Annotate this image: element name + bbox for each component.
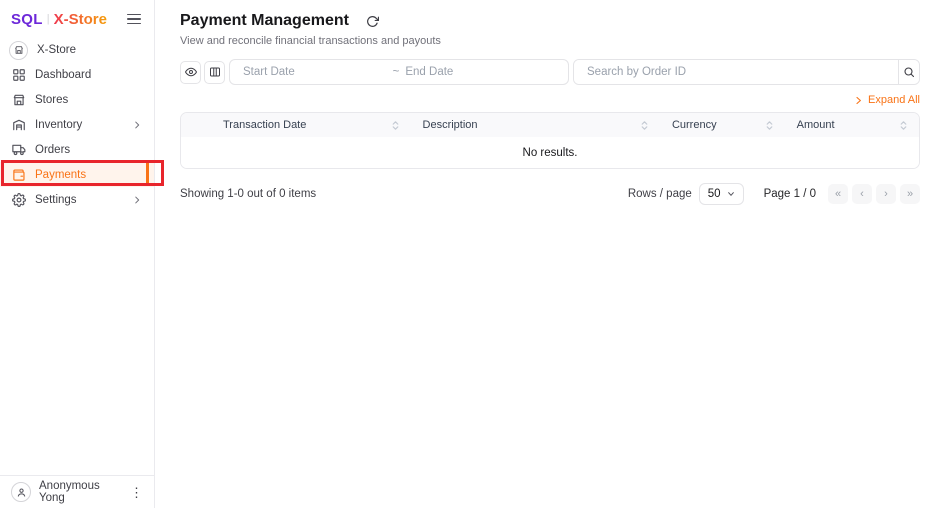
sidebar-item-label: Payments <box>35 168 87 181</box>
rows-per-page-label: Rows / page <box>627 188 692 200</box>
refresh-button[interactable] <box>366 15 379 28</box>
columns-icon <box>209 67 220 77</box>
sidebar-item-label: Dashboard <box>35 68 92 81</box>
page-title: Payment Management <box>180 12 349 29</box>
user-name: Anonymous Yong <box>39 480 100 504</box>
main-content: Payment Management View and reconcile fi… <box>155 0 943 508</box>
app-logo: SQL | X-Store <box>11 11 107 28</box>
sidebar-item-label: Stores <box>35 93 69 106</box>
column-header-transaction-date[interactable]: Transaction Date <box>181 113 411 137</box>
page-buttons: « ‹ › » <box>828 184 920 204</box>
column-header-currency[interactable]: Currency <box>660 113 785 137</box>
user-menu[interactable]: Anonymous Yong ⋮ <box>0 475 154 508</box>
sidebar-item-label: Inventory <box>35 118 83 131</box>
visibility-toggle-button[interactable] <box>180 60 201 84</box>
truck-icon <box>12 144 26 155</box>
first-page-button[interactable]: « <box>828 184 848 204</box>
table-header-row: Transaction Date Description Currency Am… <box>181 113 919 137</box>
rows-per-page-select[interactable]: 50 <box>698 183 744 205</box>
sidebar-item-dashboard[interactable]: Dashboard <box>0 62 154 87</box>
logo-divider: | <box>46 13 50 25</box>
sidebar-item-xstore[interactable]: X-Store <box>0 38 154 62</box>
end-date-input[interactable] <box>405 66 555 78</box>
sidebar-item-settings[interactable]: Settings <box>0 187 154 212</box>
kebab-menu-icon[interactable]: ⋮ <box>130 486 143 499</box>
filter-bar: ~ <box>180 59 920 85</box>
user-avatar-icon <box>11 482 31 502</box>
order-search <box>573 59 920 85</box>
chevron-right-icon <box>856 96 861 104</box>
grid-icon <box>13 68 25 81</box>
shop-icon <box>13 94 25 105</box>
sidebar-item-label: Orders <box>35 143 71 156</box>
page-subtitle: View and reconcile financial transaction… <box>180 35 441 47</box>
search-input[interactable] <box>574 60 898 84</box>
table-footer: Showing 1-0 out of 0 items Rows / page 5… <box>180 183 920 205</box>
gear-icon <box>12 192 26 207</box>
warehouse-icon <box>13 119 25 130</box>
sidebar-nav: X-Store Dashboard Stores Inventory Order… <box>0 38 154 212</box>
sidebar-item-stores[interactable]: Stores <box>0 87 154 112</box>
refresh-icon <box>367 15 379 27</box>
sidebar-item-label: Settings <box>35 193 77 206</box>
sort-icon[interactable] <box>390 120 401 131</box>
columns-toggle-button[interactable] <box>204 60 225 84</box>
search-icon <box>904 67 915 78</box>
sidebar-item-label: X-Store <box>37 44 76 56</box>
sidebar-item-inventory[interactable]: Inventory <box>0 112 154 137</box>
payment-management-page: SQL | X-Store X-Store Dashboard Stores I… <box>0 0 943 508</box>
empty-state-text: No results. <box>181 137 919 168</box>
sort-icon[interactable] <box>764 120 775 131</box>
sort-icon[interactable] <box>639 120 650 131</box>
hamburger-menu-icon[interactable] <box>127 13 141 25</box>
next-page-button[interactable]: › <box>876 184 896 204</box>
sidebar: SQL | X-Store X-Store Dashboard Stores I… <box>0 0 155 508</box>
column-header-amount[interactable]: Amount <box>785 113 919 137</box>
logo-store-text: X-Store <box>53 10 107 28</box>
start-date-input[interactable] <box>243 66 393 78</box>
column-header-description[interactable]: Description <box>411 113 660 137</box>
active-indicator-bar <box>146 163 149 186</box>
payments-table: Transaction Date Description Currency Am… <box>180 112 920 169</box>
sidebar-item-orders[interactable]: Orders <box>0 137 154 162</box>
eye-icon <box>184 67 197 77</box>
storefront-circle-icon <box>9 40 28 60</box>
chevron-right-icon <box>135 121 140 128</box>
date-range-picker[interactable]: ~ <box>229 59 569 85</box>
sort-icon[interactable] <box>898 120 909 131</box>
prev-page-button[interactable]: ‹ <box>852 184 872 204</box>
sidebar-header: SQL | X-Store <box>0 0 154 38</box>
search-button[interactable] <box>898 60 919 84</box>
sidebar-item-payments[interactable]: Payments <box>0 162 154 187</box>
page-indicator: Page 1 / 0 <box>763 188 816 200</box>
last-page-button[interactable]: » <box>900 184 920 204</box>
date-separator: ~ <box>392 66 400 78</box>
expand-all-label: Expand All <box>868 94 920 106</box>
pagination-controls: Rows / page 50 Page 1 / 0 « ‹ › » <box>628 183 920 205</box>
logo-sql-text: SQL <box>11 10 43 28</box>
wallet-icon <box>13 168 25 181</box>
showing-count-text: Showing 1-0 out of 0 items <box>180 188 317 200</box>
chevron-right-icon <box>135 196 140 203</box>
expand-all-link[interactable]: Expand All <box>180 91 920 109</box>
chevron-down-icon <box>727 192 734 196</box>
